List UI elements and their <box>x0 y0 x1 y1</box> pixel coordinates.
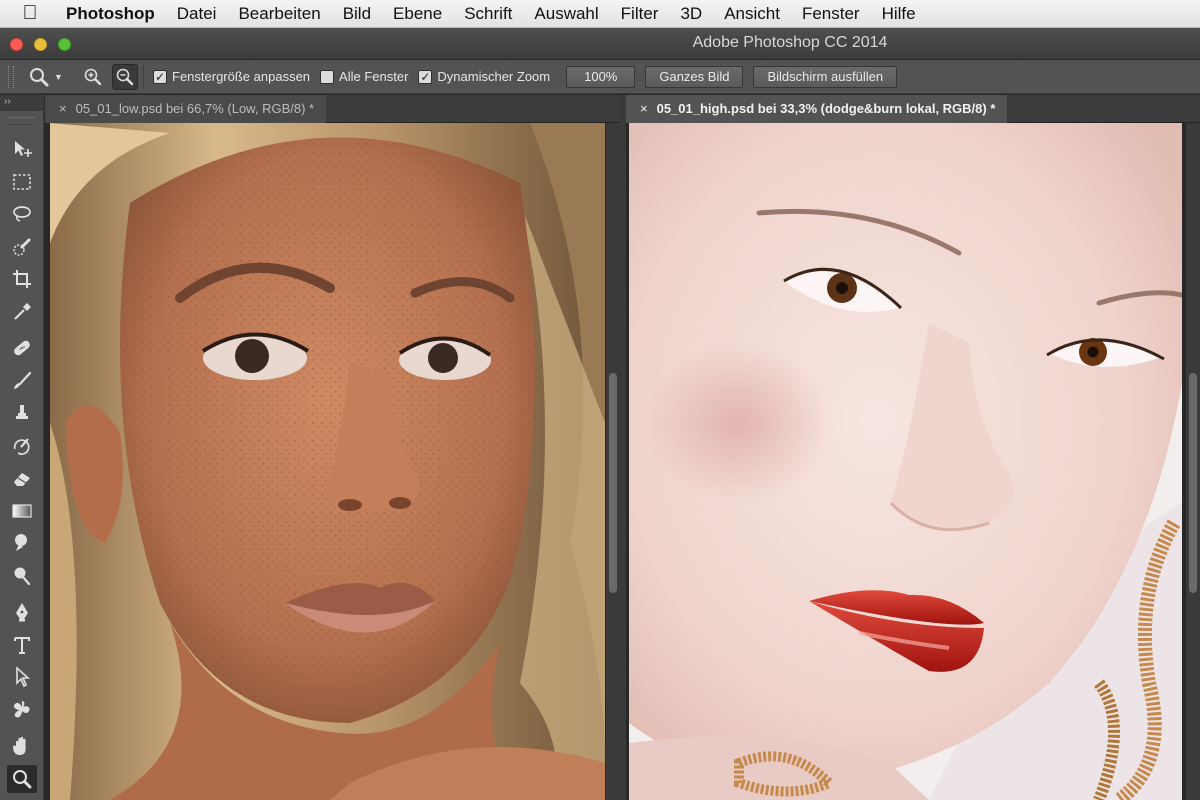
tool-clone-stamp[interactable] <box>0 397 44 430</box>
tool-quick-selection[interactable] <box>0 231 44 264</box>
menu-hilfe[interactable]: Hilfe <box>871 4 927 24</box>
document-title-high: 05_01_high.psd bei 33,3% (dodge&burn lok… <box>656 101 996 116</box>
zoom-out-icon <box>116 68 134 85</box>
scrollbar-thumb[interactable] <box>609 373 617 593</box>
close-icon[interactable]: × <box>59 101 67 116</box>
path-selection-icon <box>16 666 31 688</box>
vertical-scrollbar-low[interactable] <box>606 123 620 800</box>
apple-icon[interactable]:  <box>0 2 60 25</box>
canvas-low[interactable] <box>50 123 605 800</box>
active-tool-highlight <box>7 764 37 793</box>
lasso-icon <box>13 206 31 223</box>
menu-bearbeiten[interactable]: Bearbeiten <box>227 4 331 24</box>
zoom-all-windows-checkbox[interactable]: Alle Fenster <box>320 69 408 84</box>
scrollbar-thumb[interactable] <box>1189 373 1197 593</box>
checkmark-icon: ✓ <box>153 69 167 84</box>
menu-ebene[interactable]: Ebene <box>382 4 453 24</box>
menu-auswahl[interactable]: Auswahl <box>523 4 609 24</box>
eraser-icon <box>14 473 30 487</box>
tool-history-brush[interactable] <box>0 430 44 463</box>
menu-fenster[interactable]: Fenster <box>791 4 871 24</box>
options-separator <box>143 64 144 89</box>
tool-gradient[interactable] <box>0 495 44 528</box>
chevron-down-icon: ▼ <box>54 71 63 82</box>
toolbox-grip[interactable] <box>8 117 35 125</box>
menu-app-photoshop[interactable]: Photoshop <box>60 4 166 24</box>
tool-blur[interactable] <box>0 527 44 560</box>
zoom-100-button[interactable]: 100% <box>566 65 636 88</box>
canvas-high[interactable] <box>629 123 1182 800</box>
resize-windows-checkbox[interactable]: ✓ Fenstergröße anpassen <box>153 69 310 84</box>
fill-screen-button[interactable]: Bildschirm ausfüllen <box>753 65 898 88</box>
history-brush-icon <box>13 438 30 455</box>
zoom-icon <box>13 769 32 789</box>
scrubby-zoom-label: Dynamischer Zoom <box>437 69 551 84</box>
document-window-low: × 05_01_low.psd bei 66,7% (Low, RGB/8) * <box>45 94 620 800</box>
tool-type[interactable] <box>0 629 44 662</box>
window-title: Adobe Photoshop CC 2014 <box>692 34 888 51</box>
tool-crop[interactable] <box>0 263 44 296</box>
menu-3d[interactable]: 3D <box>669 4 713 24</box>
document-window-high: × 05_01_high.psd bei 33,3% (dodge&burn l… <box>626 94 1200 800</box>
custom-shape-icon <box>13 700 30 718</box>
tool-path-selection[interactable] <box>0 661 44 694</box>
options-bar: ▼ ✓ Fenstergröße anpassen Alle Fenster ✓… <box>0 60 1200 94</box>
pen-icon <box>16 603 28 622</box>
blur-icon <box>15 534 27 552</box>
resize-windows-label: Fenstergröße anpassen <box>172 69 311 84</box>
tool-custom-shape[interactable] <box>0 694 44 727</box>
fit-screen-button[interactable]: Ganzes Bild <box>645 65 744 88</box>
hand-icon <box>13 737 26 756</box>
document-title-low: 05_01_low.psd bei 66,7% (Low, RGB/8) * <box>75 101 315 116</box>
zoom-all-windows-label: Alle Fenster <box>339 69 409 84</box>
eyedropper-icon <box>14 302 31 320</box>
tool-preset-picker[interactable]: ▼ <box>28 66 74 88</box>
menu-bild[interactable]: Bild <box>332 4 382 24</box>
tool-dodge[interactable] <box>0 560 44 593</box>
portrait-low-image <box>50 123 605 800</box>
rectangular-marquee-icon <box>13 173 31 190</box>
menu-filter[interactable]: Filter <box>610 4 670 24</box>
tool-marquee[interactable] <box>0 166 44 199</box>
tool-lasso[interactable] <box>0 198 44 231</box>
tool-eyedropper[interactable] <box>0 296 44 329</box>
gradient-icon <box>12 504 32 518</box>
document-tab-high[interactable]: × 05_01_high.psd bei 33,3% (dodge&burn l… <box>626 94 1200 123</box>
tool-eraser[interactable] <box>0 462 44 495</box>
menu-schrift[interactable]: Schrift <box>453 4 523 24</box>
tool-hand[interactable] <box>0 730 44 763</box>
healing-brush-icon <box>14 341 30 356</box>
scrubby-zoom-checkbox[interactable]: ✓ Dynamischer Zoom <box>418 69 550 84</box>
menu-ansicht[interactable]: Ansicht <box>713 4 791 24</box>
clone-stamp-icon <box>16 405 28 420</box>
dodge-icon <box>14 567 31 585</box>
window-titlebar: Adobe Photoshop CC 2014 <box>0 28 1200 60</box>
checkbox-empty-icon <box>320 69 335 84</box>
zoom-tool-icon <box>30 67 49 86</box>
close-icon[interactable]: × <box>640 101 648 116</box>
tool-healing-brush[interactable] <box>0 332 44 365</box>
type-icon <box>14 636 30 654</box>
zoom-in-button[interactable] <box>80 64 106 90</box>
tool-move[interactable] <box>0 133 44 166</box>
crop-icon <box>13 270 31 289</box>
menubar:  Photoshop Datei Bearbeiten Bild Ebene … <box>0 0 1200 28</box>
zoom-out-button[interactable] <box>112 63 138 90</box>
toolbox-collapse-button[interactable]: ›› <box>0 95 43 111</box>
toolbox: ›› <box>0 95 44 800</box>
portrait-high-image <box>629 123 1182 800</box>
tool-zoom[interactable] <box>0 763 44 796</box>
menu-datei[interactable]: Datei <box>166 4 228 24</box>
document-tab-low[interactable]: × 05_01_low.psd bei 66,7% (Low, RGB/8) * <box>45 94 620 123</box>
quick-selection-icon <box>13 238 31 256</box>
options-bar-grip[interactable] <box>8 65 14 88</box>
brush-icon <box>14 371 32 389</box>
checkmark-icon: ✓ <box>418 69 433 84</box>
vertical-scrollbar-high[interactable] <box>1186 123 1200 800</box>
move-tool-icon <box>15 141 32 158</box>
tool-pen[interactable] <box>0 596 44 629</box>
tool-brush[interactable] <box>0 365 44 398</box>
zoom-in-icon <box>84 68 102 85</box>
